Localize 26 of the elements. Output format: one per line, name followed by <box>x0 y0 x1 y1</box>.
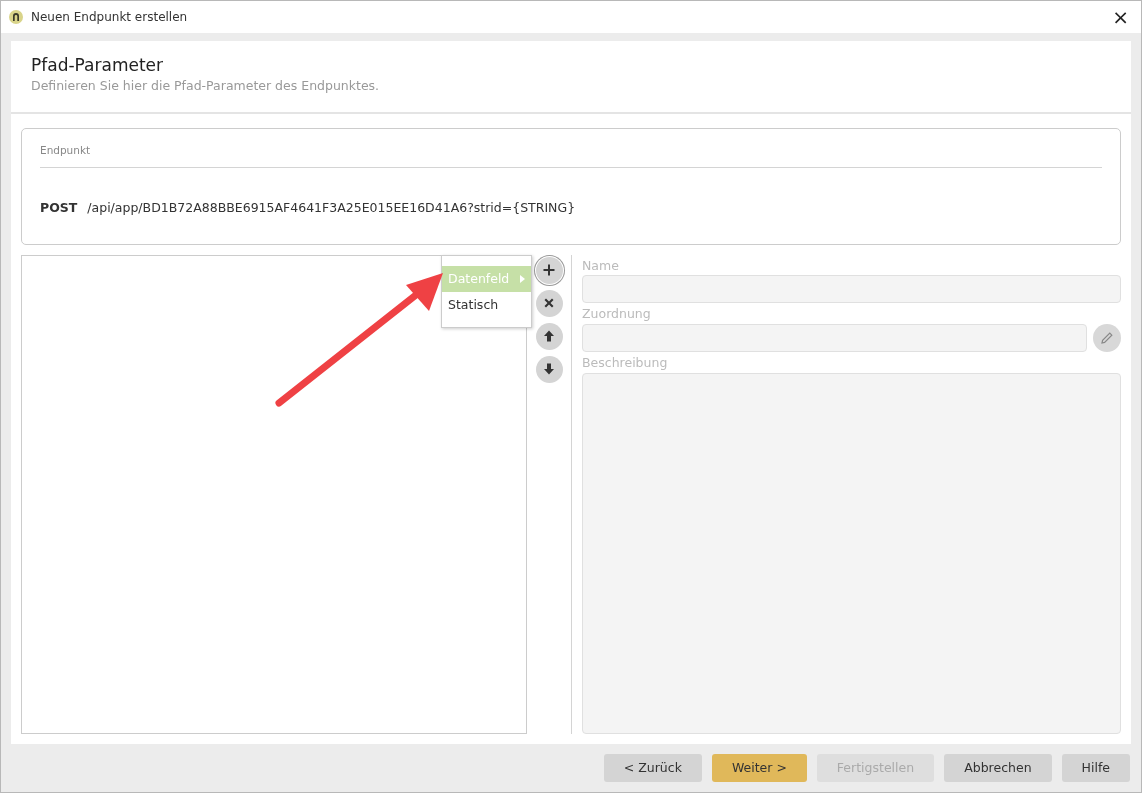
endpoint-path: /api/app/BD1B72A88BBE6915AF4641F3A25E015EE16D41A6?strid={STRING} <box>87 199 576 215</box>
dialog-button[interactable]: Weiter > <box>711 754 807 782</box>
dialog-button[interactable]: Hilfe <box>1061 754 1130 782</box>
window-title: Neuen Endpunkt erstellen <box>31 9 188 26</box>
dialog-button[interactable]: < Zurück <box>603 754 702 782</box>
move-down-button[interactable] <box>535 355 563 383</box>
add-button[interactable] <box>535 256 563 284</box>
plus-icon <box>542 263 556 278</box>
pencil-icon <box>1100 331 1114 346</box>
close-button[interactable]: × <box>1108 7 1133 27</box>
field-label: Name <box>582 256 620 275</box>
field-label: Beschreibung <box>582 354 669 373</box>
field-label: Zuordnung <box>582 305 652 324</box>
arrow-down-icon <box>542 362 556 377</box>
arrow-up-icon <box>542 329 556 344</box>
edit-button[interactable] <box>1093 324 1121 353</box>
section-label: Endpunkt <box>40 144 91 157</box>
remove-button[interactable] <box>535 289 563 317</box>
move-up-button[interactable] <box>535 322 563 350</box>
menu-item[interactable]: Statisch <box>442 292 531 320</box>
dialog-button[interactable]: Abbrechen <box>944 754 1052 782</box>
page-title: Pfad-Parameter <box>31 55 165 76</box>
submenu-caret-icon <box>520 275 525 283</box>
app-logo-icon <box>9 10 23 24</box>
page-subtitle: Definieren Sie hier die Pfad-Parameter des Endpunktes. <box>31 77 381 96</box>
http-method: POST <box>40 199 78 215</box>
